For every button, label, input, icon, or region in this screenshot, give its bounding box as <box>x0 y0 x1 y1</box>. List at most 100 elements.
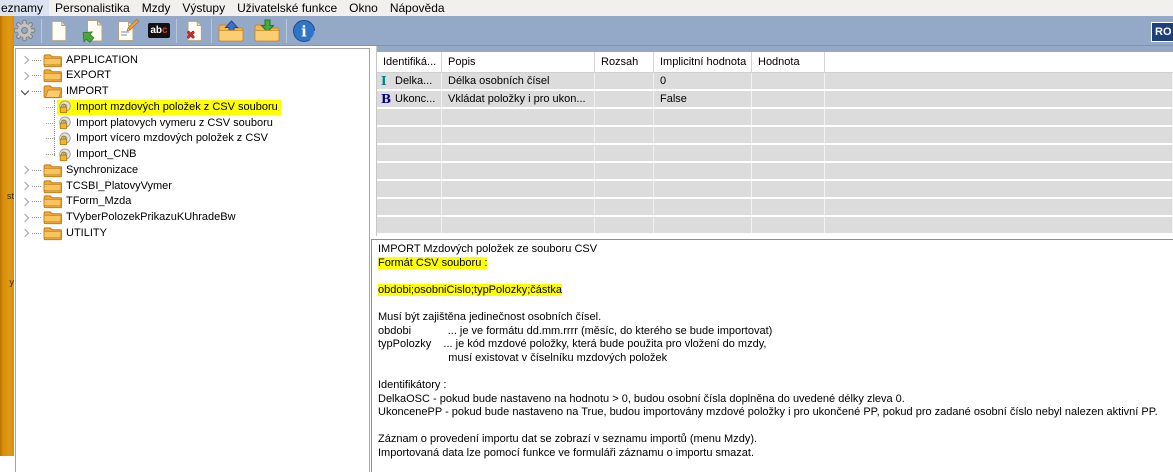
tree-connector <box>32 91 41 92</box>
tree-item-label: Import platovych vymeru z CSV souboru <box>76 116 273 131</box>
function-lock-icon <box>58 148 72 162</box>
tree-item-import-mzdovych-polozek[interactable]: Import mzdových položek z CSV souboru <box>16 99 281 115</box>
copy-document-icon <box>81 19 105 43</box>
rename-button[interactable]: abc <box>145 17 173 45</box>
menu-napoveda[interactable]: Nápověda <box>384 0 451 16</box>
tree-connector <box>32 201 41 202</box>
tree-item-label: Import_CNB <box>76 147 137 162</box>
settings-button[interactable] <box>10 17 38 45</box>
tree-item-tcsbi-platovyvymer[interactable]: TCSBI_PlatovyVymer <box>16 178 172 194</box>
param-hodnota[interactable] <box>752 73 825 89</box>
folder-icon <box>43 179 62 194</box>
param-implicitni-hodnota: 0 <box>654 73 752 89</box>
param-implicitni-hodnota: False <box>654 91 752 107</box>
tree-item-label: IMPORT <box>66 84 109 99</box>
folder-export-icon <box>253 19 281 43</box>
tree-item-content: Import vícero mzdových položek z CSV <box>57 131 271 146</box>
chevron-right-icon[interactable] <box>21 229 29 237</box>
table-row[interactable]: BUkonc... Vkládat položky i pro ukon... … <box>377 91 1173 107</box>
copy-record-button[interactable] <box>79 17 107 45</box>
menu-personalistika[interactable]: Personalistika <box>49 0 136 16</box>
tree-item-synchronizace[interactable]: Synchronizace <box>16 162 138 178</box>
import-functions-button[interactable] <box>215 17 247 45</box>
tree-item-import-cnb[interactable]: Import_CNB <box>16 147 140 163</box>
toolbar-separator <box>176 19 177 43</box>
menu-seznamy[interactable]: eznamy <box>0 0 49 16</box>
param-identifier: Delka... <box>395 75 432 87</box>
menu-mzdy[interactable]: Mzdy <box>136 0 177 16</box>
new-record-button[interactable] <box>45 17 73 45</box>
tree-connector <box>32 170 41 171</box>
folder-icon <box>43 163 62 178</box>
description-line: obdobi;osobniCislo;typPolozky;částka <box>378 284 562 296</box>
chevron-right-icon[interactable] <box>21 213 29 221</box>
tree-item-application[interactable]: APPLICATION <box>16 52 138 68</box>
menu-vystupy[interactable]: Výstupy <box>176 0 231 16</box>
tree-item-export[interactable]: EXPORT <box>16 68 111 84</box>
info-button[interactable]: i <box>290 17 318 45</box>
tree-item-label: TForm_Mzda <box>66 194 131 209</box>
tree-item-import-vicero[interactable]: Import vícero mzdových položek z CSV <box>16 131 271 147</box>
param-filler <box>825 73 1173 89</box>
side-tab-bar[interactable]: st y <box>0 16 14 456</box>
description-line: Formát CSV souboru : <box>378 257 487 269</box>
export-functions-button[interactable] <box>251 17 283 45</box>
menu-okno[interactable]: Okno <box>343 0 384 16</box>
column-header-implicitni-hodnota[interactable]: Implicitní hodnota <box>654 52 752 73</box>
toolbar-separator <box>286 19 287 43</box>
tree-item-label: TCSBI_PlatovyVymer <box>66 179 172 194</box>
tree-item-content: Import platovych vymeru z CSV souboru <box>57 116 276 131</box>
tree-item-tvyberpolozek[interactable]: TVyberPolozekPrikazuKUhradeBw <box>16 210 236 226</box>
param-filler <box>825 91 1173 107</box>
table-row-empty <box>377 127 1173 143</box>
menu-uzivatelske-funkce[interactable]: Uživatelské funkce <box>231 0 343 16</box>
column-header-identifikator[interactable]: Identifiká... <box>377 52 442 73</box>
param-popis: Vkládat položky i pro ukon... <box>442 91 595 107</box>
tree-connector <box>32 233 41 234</box>
selected-tree-item: Import mzdových položek z CSV souboru <box>57 100 281 115</box>
tree-item-import-platovych-vymeru[interactable]: Import platovych vymeru z CSV souboru <box>16 115 276 131</box>
table-row[interactable]: IDelka... Délka osobních čísel 0 <box>377 73 1173 89</box>
delete-record-button[interactable] <box>180 17 208 45</box>
toolbar-separator <box>211 19 212 43</box>
tree-item-utility[interactable]: UTILITY <box>16 225 107 241</box>
description-line: musí existovat v číselníku mzdových polo… <box>378 352 667 364</box>
tree-item-import[interactable]: IMPORT <box>16 84 109 100</box>
toolbar: abc <box>0 16 1173 46</box>
chevron-right-icon[interactable] <box>21 56 29 64</box>
tree-connector <box>32 217 41 218</box>
table-row-empty <box>377 199 1173 215</box>
column-header-hodnota[interactable]: Hodnota <box>752 52 825 73</box>
chevron-down-icon[interactable] <box>21 86 29 94</box>
tree-connector <box>46 138 55 139</box>
chevron-right-icon[interactable] <box>21 166 29 174</box>
description-line: UkoncenePP - pokud bude nastaveno na Tru… <box>378 406 1158 418</box>
description-line: Importovaná data lze pomocí funkce ve fo… <box>378 447 754 459</box>
tree-item-label: UTILITY <box>66 226 107 241</box>
tree-item-tform-mzda[interactable]: TForm_Mzda <box>16 194 131 210</box>
function-lock-icon <box>58 116 72 130</box>
tree-connector <box>32 186 41 187</box>
rok-button[interactable]: RO <box>1151 22 1173 42</box>
param-hodnota[interactable] <box>752 91 825 107</box>
chevron-right-icon[interactable] <box>21 197 29 205</box>
description-line: DelkaOSC - pokud bude nastaveno na hodno… <box>378 393 905 405</box>
folder-icon <box>43 194 62 209</box>
chevron-right-icon[interactable] <box>21 71 29 79</box>
tree-connector <box>46 107 55 108</box>
edit-record-button[interactable] <box>113 17 141 45</box>
function-description-panel[interactable]: IMPORT Mzdových položek ze souboru CSV F… <box>371 239 1173 472</box>
table-row-empty <box>377 163 1173 179</box>
app-window: eznamy Personalistika Mzdy Výstupy Uživa… <box>0 0 1173 472</box>
description-line: obdobi ... je ve formátu dd.mm.rrrr (měs… <box>378 325 772 337</box>
folder-icon <box>43 226 62 241</box>
description-line: IMPORT Mzdových položek ze souboru CSV <box>378 243 597 255</box>
column-header-rozsah[interactable]: Rozsah <box>595 52 654 73</box>
chevron-right-icon[interactable] <box>21 182 29 190</box>
side-tab-text-fragment: y <box>10 278 15 287</box>
param-popis: Délka osobních čísel <box>442 73 595 89</box>
column-header-popis[interactable]: Popis <box>442 52 595 73</box>
type-integer-icon: I <box>381 74 395 88</box>
new-document-icon <box>48 19 70 43</box>
tree-connector <box>32 75 41 76</box>
